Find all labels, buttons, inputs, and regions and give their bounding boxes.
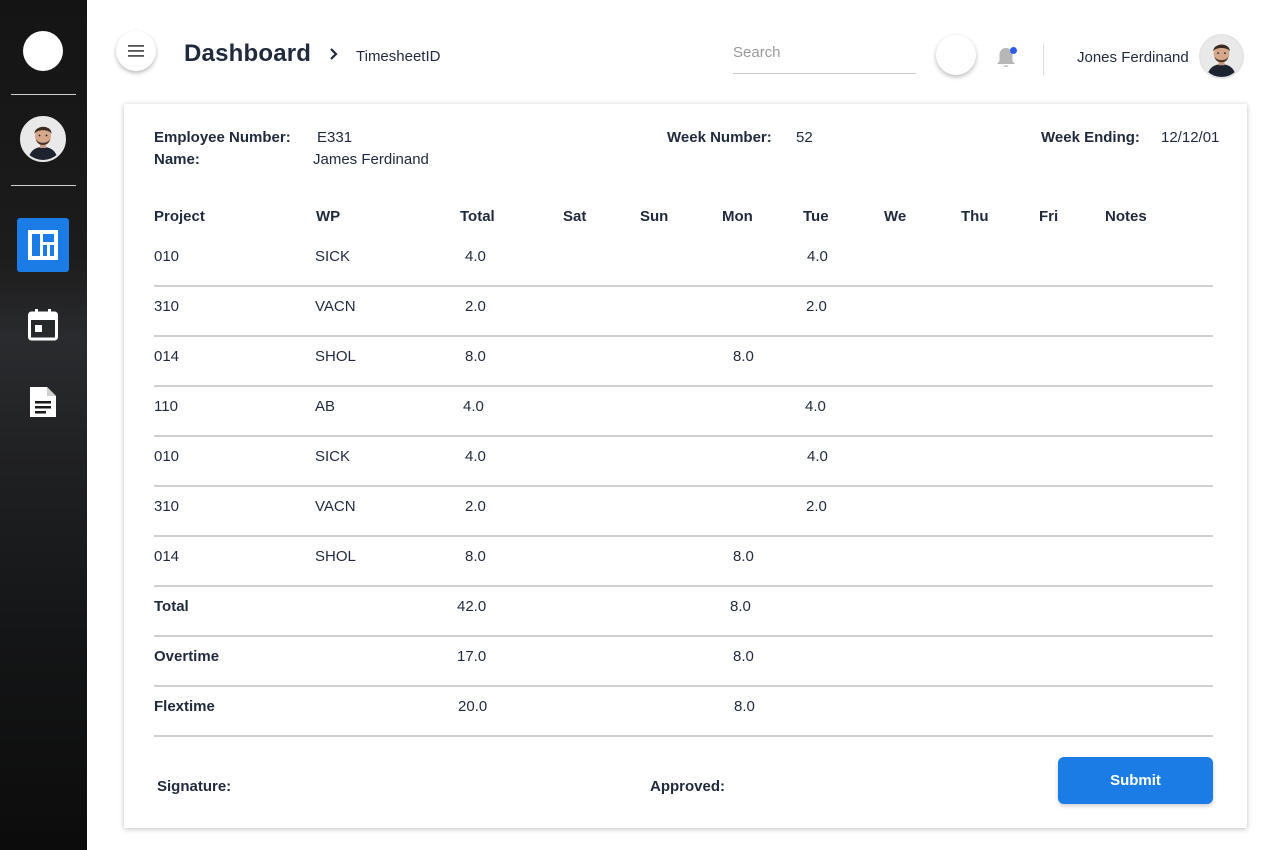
dashboard-icon: [28, 230, 58, 260]
cell-wp: SHOL: [315, 548, 356, 565]
column-header-wp: WP: [316, 208, 341, 225]
submit-button[interactable]: Submit: [1058, 757, 1213, 804]
summary-row-flextime: Flextime 20.0 8.0: [154, 685, 1213, 737]
cell-tue: 2.0: [806, 498, 827, 515]
table-row[interactable]: 014 SHOL 8.0 8.0: [154, 335, 1213, 387]
column-header-mon: Mon: [722, 208, 753, 225]
cell-project: 010: [154, 448, 180, 465]
cell-project: 014: [154, 348, 180, 365]
table-row[interactable]: 110 AB 4.0 4.0: [154, 385, 1213, 437]
calendar-icon: [28, 309, 58, 341]
table-row[interactable]: 310 VACN 2.0 2.0: [154, 285, 1213, 337]
column-header-total: Total: [460, 208, 495, 225]
cell-total: 2.0: [465, 498, 486, 515]
summary-total: 20.0: [458, 698, 488, 715]
summary-label: Total: [154, 598, 189, 615]
column-header-notes: Notes: [1105, 208, 1147, 225]
cell-wp: VACN: [315, 298, 356, 315]
column-header-tue: Tue: [803, 208, 829, 225]
column-header-fri: Fri: [1039, 208, 1059, 225]
cell-tue: 2.0: [806, 298, 827, 315]
cell-mon: 8.0: [733, 348, 754, 365]
column-header-sat: Sat: [563, 208, 587, 225]
breadcrumb[interactable]: TimesheetID: [356, 48, 440, 65]
cell-tue: 4.0: [805, 398, 826, 415]
summary-mon: 8.0: [734, 698, 755, 715]
hamburger-icon: [128, 45, 144, 57]
name-value: James Ferdinand: [313, 151, 429, 168]
cell-mon: 8.0: [733, 548, 754, 565]
column-header-thu: Thu: [961, 208, 989, 225]
table-row[interactable]: 010 SICK 4.0 4.0: [154, 435, 1213, 487]
table-row[interactable]: 010 SICK 4.0 4.0: [154, 235, 1213, 287]
user-avatar[interactable]: [1199, 34, 1244, 79]
cell-wp: SHOL: [315, 348, 356, 365]
app-logo[interactable]: [23, 31, 63, 71]
column-header-sun: Sun: [640, 208, 669, 225]
week-ending-value: 12/12/01: [1161, 129, 1220, 146]
cell-total: 4.0: [465, 248, 486, 265]
theme-toggle-button[interactable]: [936, 35, 976, 75]
chevron-right-icon: [330, 48, 338, 60]
cell-project: 010: [154, 248, 180, 265]
cell-project: 014: [154, 548, 180, 565]
cell-project: 310: [154, 298, 180, 315]
cell-tue: 4.0: [807, 248, 828, 265]
sidebar: [0, 0, 87, 850]
cell-wp: SICK: [315, 448, 351, 465]
summary-label: Flextime: [154, 698, 215, 715]
user-name[interactable]: Jones Ferdinand: [1077, 49, 1189, 66]
cell-wp: VACN: [315, 498, 356, 515]
week-number-value: 52: [796, 129, 813, 146]
table-row[interactable]: 014 SHOL 8.0 8.0: [154, 535, 1213, 587]
cell-total: 8.0: [465, 548, 486, 565]
week-ending-label: Week Ending:: [1041, 129, 1140, 146]
sidebar-item-documents[interactable]: [17, 375, 69, 429]
notification-dot: [1010, 47, 1017, 54]
header-divider: [1043, 43, 1044, 75]
cell-total: 4.0: [463, 398, 484, 415]
name-label: Name:: [154, 151, 200, 168]
sidebar-item-dashboard[interactable]: [17, 218, 69, 272]
column-header-project: Project: [154, 208, 205, 225]
cell-total: 8.0: [465, 348, 486, 365]
summary-total: 17.0: [457, 648, 487, 665]
table-row[interactable]: 310 VACN 2.0 2.0: [154, 485, 1213, 537]
column-header-we: We: [884, 208, 907, 225]
cell-wp: SICK: [315, 248, 351, 265]
timesheet-card: Employee Number: E331 Name: James Ferdin…: [124, 104, 1247, 828]
summary-mon: 8.0: [733, 648, 754, 665]
cell-total: 4.0: [465, 448, 486, 465]
summary-row-total: Total 42.0 8.0: [154, 585, 1213, 637]
menu-button[interactable]: [116, 31, 156, 71]
cell-project: 310: [154, 498, 180, 515]
cell-wp: AB: [315, 398, 336, 415]
cell-tue: 4.0: [807, 448, 828, 465]
employee-number-label: Employee Number:: [154, 129, 291, 146]
employee-number-value: E331: [317, 129, 353, 146]
sidebar-divider: [11, 185, 76, 186]
cell-total: 2.0: [465, 298, 486, 315]
summary-mon: 8.0: [730, 598, 751, 615]
document-icon: [30, 387, 56, 417]
summary-label: Overtime: [154, 648, 220, 665]
sidebar-item-calendar[interactable]: [17, 298, 69, 352]
summary-row-overtime: Overtime 17.0 8.0: [154, 635, 1213, 687]
cell-project: 110: [154, 398, 178, 415]
page-title: Dashboard: [184, 40, 312, 67]
search-input[interactable]: [733, 42, 916, 74]
approved-label: Approved:: [650, 778, 725, 795]
signature-label: Signature:: [157, 778, 232, 795]
week-number-label: Week Number:: [667, 129, 772, 146]
sidebar-divider: [11, 94, 76, 95]
sidebar-avatar[interactable]: [20, 116, 66, 162]
summary-total: 42.0: [457, 598, 487, 615]
